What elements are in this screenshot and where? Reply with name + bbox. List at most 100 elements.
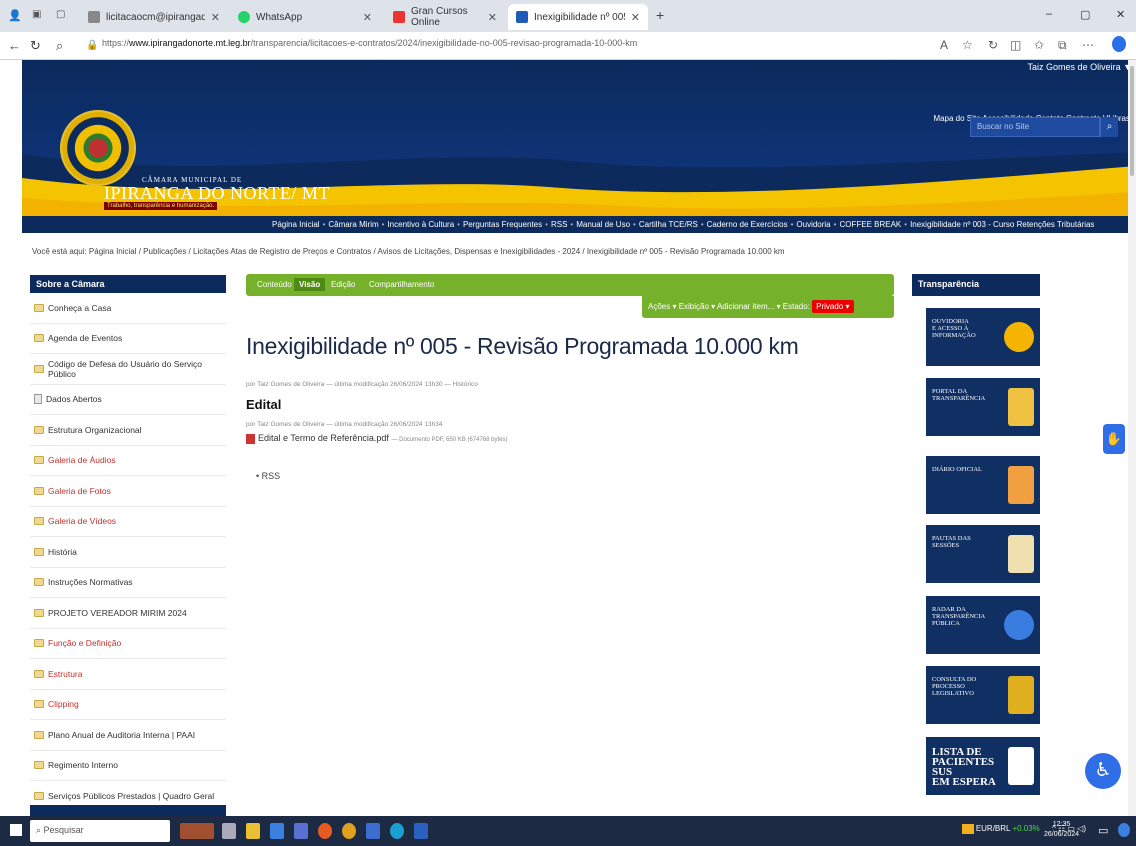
read-aloud-icon[interactable]: A: [940, 38, 948, 52]
pdf-file-label[interactable]: Edital e Termo de Referência.pdf: [258, 433, 389, 443]
tab-edicao[interactable]: Edição: [326, 278, 360, 291]
search-icon[interactable]: ⌕: [56, 38, 63, 54]
file-explorer-icon[interactable]: [246, 823, 260, 839]
tab-inexigibilidade[interactable]: Inexigibilidade nº 005 - Revisão ✕: [508, 4, 648, 30]
scrollbar-thumb[interactable]: [1130, 66, 1134, 176]
tab-email[interactable]: licitacaocm@ipirangadonorte.m ✕: [80, 4, 228, 30]
transparency-banner[interactable]: CONSULTA DO PROCESSO LEGISLATIVO: [926, 666, 1040, 724]
pdf-file-link[interactable]: Edital e Termo de Referência.pdf — Docum…: [246, 433, 508, 444]
tab-compartilhamento[interactable]: Compartilhamento: [364, 278, 439, 291]
vlibras-hand-icon[interactable]: ✋: [1103, 424, 1125, 454]
close-tab-icon[interactable]: ✕: [363, 11, 372, 24]
sidebar-item[interactable]: Função e Definição: [30, 629, 226, 659]
close-tab-icon[interactable]: ✕: [488, 11, 497, 24]
copilot-icon[interactable]: [1112, 36, 1126, 52]
site-info-icon[interactable]: 🔒: [86, 40, 98, 51]
transparency-banner[interactable]: RADAR DA TRANSPARÊNCIA PÚBLICA: [926, 596, 1040, 654]
nav-item[interactable]: Página Inicial: [272, 220, 320, 229]
edge-icon[interactable]: [390, 823, 404, 839]
sidebar-item-label: Agenda de Eventos: [48, 333, 123, 344]
nav-item[interactable]: Incentivo à Cultura: [387, 220, 454, 229]
nav-item[interactable]: Caderno de Exercícios: [707, 220, 788, 229]
sidebar-item[interactable]: Regimento Interno: [30, 751, 226, 781]
nav-item[interactable]: Perguntas Frequentes: [463, 220, 542, 229]
sidebar-item[interactable]: Conheça a Casa: [30, 293, 226, 324]
user-menu[interactable]: Taiz Gomes de Oliveira ▼: [1028, 62, 1132, 72]
tab-gran-cursos[interactable]: Gran Cursos Online ✕: [385, 4, 505, 30]
document-byline[interactable]: por Taiz Gomes de Oliveira — última modi…: [246, 381, 478, 388]
sidebar-item[interactable]: Galeria de Vídeos: [30, 507, 226, 537]
breadcrumb[interactable]: Você está aqui: Página Inicial / Publica…: [32, 247, 785, 256]
sidebar-item[interactable]: Agenda de Eventos: [30, 324, 226, 354]
transparency-banner[interactable]: PORTAL DA TRANSPARÊNCIA: [926, 378, 1040, 436]
sidebar-item[interactable]: Dados Abertos: [30, 385, 226, 415]
app-icon[interactable]: [414, 823, 428, 839]
sidebar-item[interactable]: Plano Anual de Auditoria Interna | PAAI: [30, 720, 226, 751]
nav-item[interactable]: RSS: [551, 220, 567, 229]
notifications-icon[interactable]: ▭: [1098, 824, 1108, 837]
nav-item[interactable]: Inexigibilidade nº 003 - Curso Retenções…: [910, 220, 1094, 229]
firefox-icon[interactable]: [342, 823, 356, 839]
nav-item[interactable]: Cartilha TCE/RS: [639, 220, 698, 229]
action-menus[interactable]: Ações ▾ Exibição ▾ Adicionar item... ▾ E…: [648, 302, 810, 311]
split-screen-icon[interactable]: ◫: [1010, 38, 1021, 52]
teams-icon[interactable]: [294, 823, 308, 839]
collections-icon[interactable]: ⧉: [1058, 38, 1067, 53]
search-highlight-icon[interactable]: [180, 823, 214, 839]
clock[interactable]: 12:35 26/06/2024: [1044, 820, 1079, 840]
sidebar-item[interactable]: Estrutura: [30, 659, 226, 690]
maximize-button[interactable]: ▢: [1080, 8, 1090, 21]
sidebar-item[interactable]: Galeria de Áudios: [30, 446, 226, 476]
nav-separator: •: [633, 220, 636, 229]
store-icon[interactable]: [366, 823, 380, 839]
favorites-icon[interactable]: ✩: [1034, 38, 1044, 52]
tab-actions-icon[interactable]: ▢: [56, 9, 65, 20]
sidebar-item[interactable]: História: [30, 537, 226, 568]
chrome-icon[interactable]: [318, 823, 332, 839]
site-search-input[interactable]: Buscar no Site: [970, 117, 1100, 137]
mail-app-icon[interactable]: [270, 823, 284, 839]
accessibility-wheelchair-icon[interactable]: ♿: [1085, 753, 1121, 789]
sidebar-item[interactable]: PROJETO VEREADOR MIRIM 2024: [30, 598, 226, 629]
sidebar-item[interactable]: Instruções Normativas: [30, 568, 226, 598]
taskbar-search-label: Pesquisar: [43, 825, 84, 835]
reload-icon[interactable]: ↻: [30, 38, 41, 54]
taskbar-search-input[interactable]: ⌕ Pesquisar: [30, 820, 170, 842]
more-menu-icon[interactable]: ⋯: [1082, 38, 1094, 52]
transparency-banner[interactable]: LISTA DE PACIENTES SUS EM ESPERA: [926, 737, 1040, 795]
windows-start-icon[interactable]: [10, 824, 22, 836]
transparency-banner[interactable]: DIÁRIO OFICIAL: [926, 456, 1040, 514]
nav-item[interactable]: Câmara Mirim: [328, 220, 378, 229]
edital-byline[interactable]: por Taiz Gomes de Oliveira — última modi…: [246, 421, 442, 428]
refresh-extension-icon[interactable]: ↻: [988, 38, 998, 52]
chamber-coat-of-arms-logo[interactable]: [60, 110, 136, 186]
action-menu-bar[interactable]: Ações ▾ Exibição ▾ Adicionar item... ▾ E…: [642, 296, 894, 318]
sidebar-item[interactable]: Estrutura Organizacional: [30, 415, 226, 446]
close-tab-icon[interactable]: ✕: [631, 11, 640, 24]
sidebar-item[interactable]: Galeria de Fotos: [30, 476, 226, 507]
favorite-star-icon[interactable]: ☆: [962, 38, 973, 52]
tab-conteudo[interactable]: Conteúdo: [252, 278, 297, 291]
copilot-taskbar-icon[interactable]: [1118, 823, 1130, 837]
nav-item[interactable]: COFFEE BREAK: [839, 220, 901, 229]
close-window-button[interactable]: ✕: [1116, 8, 1125, 21]
tab-visao[interactable]: Visão: [294, 278, 326, 291]
site-search-icon[interactable]: ⌕: [1100, 117, 1118, 137]
transparency-banner[interactable]: PAUTAS DAS SESSÕES: [926, 525, 1040, 583]
task-view-icon[interactable]: [222, 823, 236, 839]
profile-icon[interactable]: 👤: [8, 9, 22, 22]
workspaces-icon[interactable]: ▣: [32, 9, 41, 20]
sidebar-item[interactable]: Código de Defesa do Usuário do Serviço P…: [30, 354, 226, 385]
tab-whatsapp[interactable]: WhatsApp ✕: [230, 4, 380, 30]
nav-item[interactable]: Ouvidoria: [796, 220, 830, 229]
rss-link[interactable]: • RSS: [256, 471, 280, 481]
close-tab-icon[interactable]: ✕: [211, 11, 220, 24]
nav-item[interactable]: Manual de Uso: [576, 220, 630, 229]
minimize-button[interactable]: –: [1046, 8, 1052, 20]
new-tab-button[interactable]: +: [656, 7, 664, 23]
back-arrow-icon[interactable]: ←: [8, 38, 21, 53]
url-field[interactable]: https://www.ipirangadonorte.mt.leg.br/tr…: [102, 38, 902, 54]
sidebar-item[interactable]: Clipping: [30, 690, 226, 720]
state-private-badge[interactable]: Privado ▾: [812, 300, 854, 313]
transparency-banner[interactable]: OUVIDORIA E ACESSO À INFORMAÇÃO: [926, 308, 1040, 366]
